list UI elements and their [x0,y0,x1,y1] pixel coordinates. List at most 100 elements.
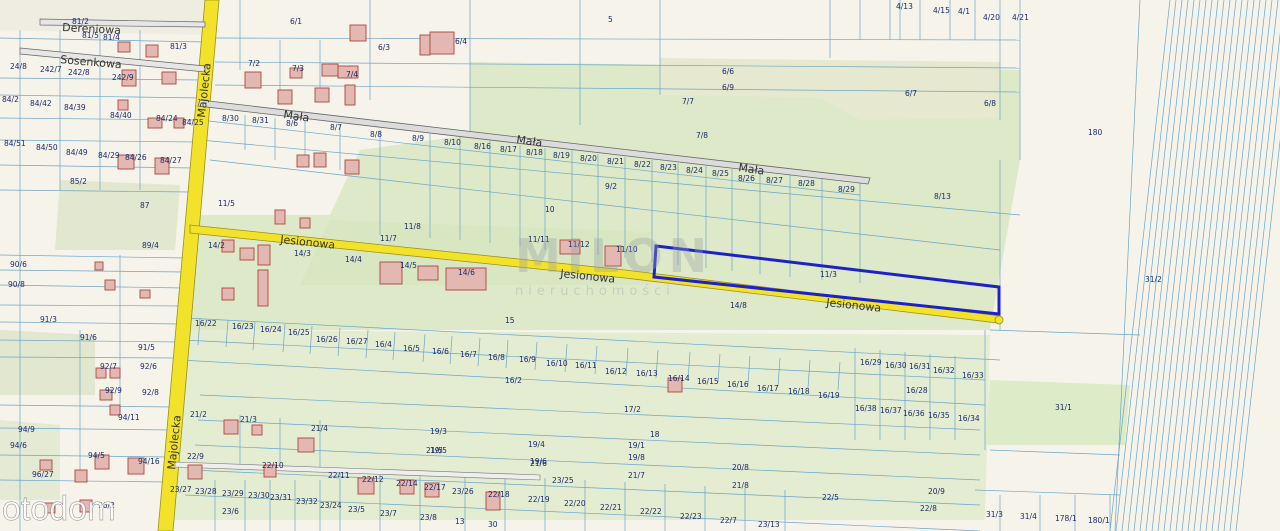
parcel-label: 23/30 [248,491,270,500]
parcel-label: 20/8 [732,463,749,472]
parcel-label: 94/5 [88,451,105,460]
parcel-label: 8/19 [553,151,570,160]
building [223,419,239,435]
parcel-label: 85/2 [70,177,87,186]
building [221,287,235,301]
parcel-label: 30 [488,520,498,529]
parcel-label: 94/6 [10,441,27,450]
parcel-label: 16/16 [727,380,749,389]
parcel-label: 22/11 [328,471,350,480]
parcel-label: 16/33 [962,371,984,380]
parcel-label: 23/26 [452,487,474,496]
parcel-label: 23/31 [270,493,292,502]
parcel-label: 92/8 [142,388,159,397]
parcel-label: 21/7 [628,471,645,480]
parcel-label: 21/3 [240,415,257,424]
parcel-label: 90/8 [8,280,25,289]
parcel-label: 23/28 [195,487,217,496]
svg-text:nieruchomości: nieruchomości [515,284,675,299]
parcel-boundary [1223,32,1280,531]
parcel-label: 17/2 [624,405,641,414]
cadastral-map: 81/281/5 81/481/324/8 242/7 242/8242/984/2 8… [0,0,1280,531]
parcel-label: 84/2 [2,95,19,104]
parcel-label: 8/29 [838,185,855,194]
parcel-label: 84/29 [98,151,120,160]
parcel-label: 11/5 [218,199,235,208]
parcel-label: 6/7 [905,89,917,98]
parcel-label: 22/10 [262,461,284,470]
parcel-label: 16/12 [605,367,627,376]
parcel-label: 16/34 [958,414,980,423]
parcel-label: 22/7 [720,516,737,525]
building [161,71,177,85]
parcel-label: 14/6 [458,268,475,277]
parcel-label: 8/23 [660,163,677,172]
parcel-label: 16/38 [855,404,877,413]
parcel-label: 16/24 [260,325,282,334]
parcel-label: 16/9 [519,355,536,364]
parcel-label: 84/50 [36,143,58,152]
parcel-label: 16/25 [288,328,310,337]
parcel-label: 13 [455,517,465,526]
parcel-label: 16/22 [195,319,217,328]
parcel-label: 6/1 [290,17,302,26]
parcel-label: 22/21 [600,503,622,512]
map-canvas[interactable]: 81/2 81/5 81/4 81/3 24/8 242/7 242/8 242/9 84/2 8… [0,0,1280,531]
building [417,265,439,281]
parcel-label: 8/31 [252,116,269,125]
parcel-boundary [214,37,1021,41]
parcel-label: 16/18 [788,387,810,396]
parcel-label: 94/9 [18,425,35,434]
parcel-label: 22/18 [488,490,510,499]
building [104,279,116,291]
parcel-boundary [1229,85,1280,531]
parcel-label: 8/30 [222,114,239,123]
parcel-label: 6/6 [722,67,734,76]
parcel-label: 6/3 [378,43,390,52]
parcel-boundary [0,321,181,325]
building [419,34,431,56]
parcel-label: 19/1 [628,441,645,450]
parcel-label: 19/3 [430,427,447,436]
parcel-label: 16/2 [505,376,522,385]
parcel-label: 16/28 [906,386,928,395]
parcel-label: 8/21 [607,157,624,166]
parcel-label: 16/4 [375,340,392,349]
parcel-label: 84/42 [30,99,52,108]
parcel-label: 14/5 [400,261,417,270]
parcel-label: 8/17 [500,145,517,154]
parcel-label: 81/3 [170,42,187,51]
parcel-label: 23/27 [170,485,192,494]
building [344,84,356,106]
parcel-label: 16/5 [403,344,420,353]
parcel-label: 6/9 [722,83,734,92]
parcel-label: 5 [608,15,613,24]
svg-text:MILON: MILON [515,229,713,283]
parcel-label: 16/19 [818,391,840,400]
building [321,63,339,77]
parcel-boundary [989,449,1121,456]
parcel-label: 15 [505,316,515,325]
parcel-label: 242/8 [68,68,90,77]
parcel-boundary [0,404,173,408]
parcel-label: 14/2 [208,241,225,250]
parcel-label: 8/22 [634,160,651,169]
parcel-label: 84/25 [182,118,204,127]
building [117,99,129,111]
parcel-boundary [0,284,184,289]
parcel-label: 16/6 [432,347,449,356]
building [313,152,327,168]
building [139,289,151,299]
parcel-label: 16/15 [697,377,719,386]
parcel-label: 21/4 [311,424,328,433]
parcel-label: 22/23 [680,512,702,521]
parcel-label: 23/5 [348,505,365,514]
parcel-label: 16/35 [928,411,950,420]
parcel-label: 96/27 [32,470,54,479]
parcel-label: 180/1 [1088,516,1110,525]
parcel-label: 8/10 [444,138,461,147]
parcel-label: 14/4 [345,255,362,264]
parcel-label: 16/11 [575,361,597,370]
parcel-label: 23/7 [380,509,397,518]
parcel-label: 31/2 [1145,275,1162,284]
